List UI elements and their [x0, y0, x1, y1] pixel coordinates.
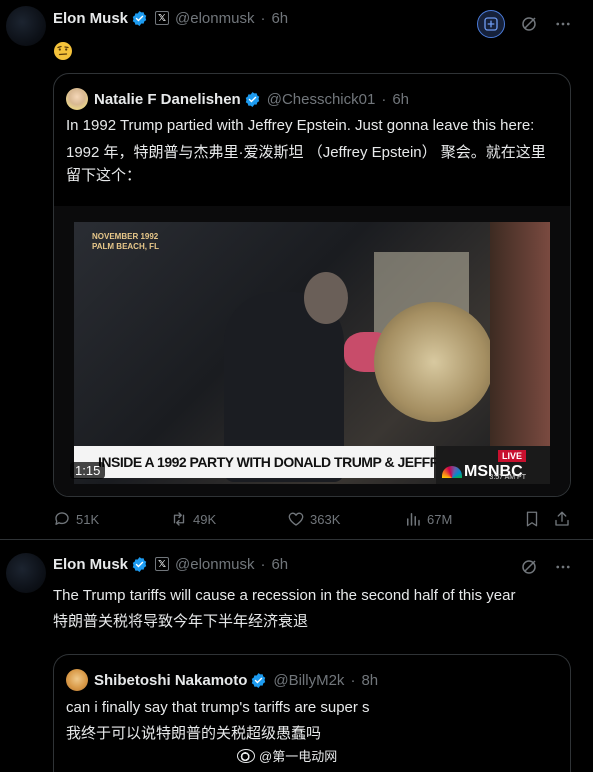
post-top-actions — [519, 557, 573, 577]
quoted-post-text: In 1992 Trump partied with Jeffrey Epste… — [66, 117, 535, 134]
avatar[interactable] — [6, 6, 46, 46]
more-options-button[interactable] — [553, 557, 573, 577]
network-bug: LIVE MSNBC 3:57 AM PT — [436, 446, 550, 484]
post[interactable]: Elon Musk 𝕏 @elonmusk · 6h The Trump tar… — [0, 541, 593, 772]
post-time[interactable]: 8h — [361, 672, 378, 689]
repost-button[interactable]: 49K — [170, 509, 216, 529]
author-name[interactable]: Elon Musk — [53, 556, 128, 573]
avatar[interactable] — [6, 553, 46, 593]
verified-badge-icon — [131, 556, 148, 573]
quoted-post[interactable]: Natalie F Danelishen @Chesschick01 · 6h … — [53, 73, 571, 497]
bookmark-button[interactable] — [523, 509, 541, 529]
live-badge: LIVE — [497, 450, 526, 462]
reply-button[interactable]: 51K — [53, 509, 99, 529]
post-actions: 51K 49K 363K 67M — [53, 509, 571, 529]
quoted-post-text: can i finally say that trump's tariffs a… — [66, 699, 370, 716]
views-icon — [407, 513, 420, 526]
post-header: Elon Musk 𝕏 @elonmusk · 6h — [53, 8, 288, 28]
author-handle[interactable]: @BillyM2k — [273, 672, 344, 689]
repost-count: 49K — [193, 511, 217, 527]
repost-icon — [173, 512, 185, 526]
author-name[interactable]: Natalie F Danelishen — [94, 91, 241, 108]
verified-badge-icon — [250, 672, 267, 689]
network-clock: 3:57 AM PT — [489, 474, 526, 481]
post-time[interactable]: 6h — [271, 10, 288, 27]
heart-icon — [288, 512, 304, 526]
author-name[interactable]: Elon Musk — [53, 10, 128, 27]
verified-badge-icon — [244, 91, 261, 108]
views-count: 67M — [427, 511, 453, 527]
avatar[interactable] — [66, 669, 88, 691]
grok-analyze-button[interactable] — [519, 557, 539, 577]
slash-circle-icon — [522, 560, 536, 574]
share-button[interactable] — [553, 509, 571, 529]
slash-circle-icon — [522, 17, 536, 31]
post-translation: 特朗普关税将导致今年下半年经济衰退 — [53, 613, 309, 630]
quoted-post-translation: 1992 年，特朗普与杰弗里·爱泼斯坦 （Jeffrey Epstein） 聚会… — [66, 144, 546, 184]
bookmark-icon — [526, 511, 538, 527]
x-affiliate-icon: 𝕏 — [155, 11, 170, 25]
author-name[interactable]: Shibetoshi Nakamoto — [94, 672, 247, 689]
reply-icon — [55, 512, 69, 525]
author-handle[interactable]: @elonmusk — [175, 556, 254, 573]
quoted-post-translation: 我终于可以说特朗普的关税超级愚蠢吗 — [66, 725, 322, 742]
avatar[interactable] — [66, 88, 88, 110]
post-time[interactable]: 6h — [271, 556, 288, 573]
face-with-raised-eyebrow-icon — [53, 41, 73, 61]
video-frame: NOVEMBER 1992 PALM BEACH, FL INSIDE A 19… — [74, 222, 550, 484]
post-top-actions — [477, 10, 573, 38]
quoted-post-header: Shibetoshi Nakamoto @BillyM2k · 8h — [66, 669, 378, 691]
post[interactable]: Elon Musk 𝕏 @elonmusk · 6h Natalie F Dan… — [0, 0, 593, 540]
grok-button[interactable] — [477, 10, 505, 38]
grok-analyze-button[interactable] — [519, 14, 539, 34]
quoted-post-header: Natalie F Danelishen @Chesschick01 · 6h — [66, 88, 409, 110]
more-options-button[interactable] — [553, 14, 573, 34]
share-icon — [555, 511, 569, 526]
separator-dot: · — [260, 9, 266, 27]
author-handle[interactable]: @Chesschick01 — [267, 91, 376, 108]
grok-icon — [484, 17, 498, 31]
reply-count: 51K — [76, 511, 100, 527]
like-count: 363K — [310, 511, 341, 527]
post-time[interactable]: 6h — [392, 91, 409, 108]
watermark: @第一电动网 — [237, 746, 337, 765]
verified-badge-icon — [131, 10, 148, 27]
separator-dot: · — [260, 555, 266, 573]
more-icon — [556, 565, 570, 569]
views-button[interactable]: 67M — [404, 509, 452, 529]
weibo-logo-icon — [237, 748, 255, 763]
separator-dot: · — [350, 671, 356, 689]
separator-dot: · — [381, 90, 387, 108]
more-icon — [556, 22, 570, 26]
like-button[interactable]: 363K — [287, 509, 340, 529]
x-affiliate-icon: 𝕏 — [155, 557, 170, 571]
post-header: Elon Musk 𝕏 @elonmusk · 6h — [53, 554, 288, 574]
video-player[interactable]: NOVEMBER 1992 PALM BEACH, FL INSIDE A 19… — [54, 206, 570, 496]
author-handle[interactable]: @elonmusk — [175, 10, 254, 27]
watermark-text: @第一电动网 — [259, 749, 338, 764]
post-text: The Trump tariffs will cause a recession… — [53, 587, 516, 604]
peacock-logo-icon — [442, 466, 462, 478]
video-duration: 1:15 — [70, 462, 106, 479]
video-location-tag: NOVEMBER 1992 PALM BEACH, FL — [92, 232, 159, 251]
video-chyron: INSIDE A 1992 PARTY WITH DONALD TRUMP & … — [74, 446, 517, 478]
